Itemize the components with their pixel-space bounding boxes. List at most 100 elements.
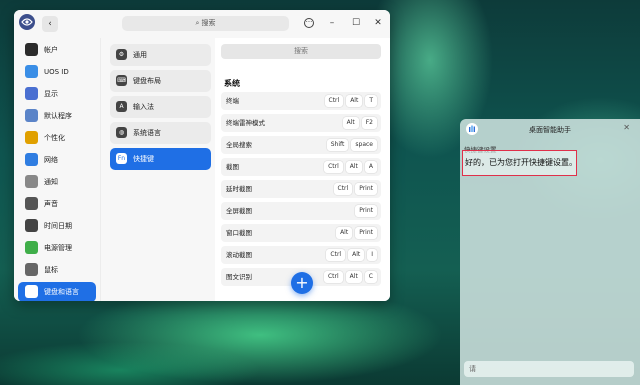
key-cap: Ctrl <box>333 183 353 195</box>
menu-icon[interactable]: ··· <box>304 18 314 28</box>
shortcut-keys: Ctrl Alt T <box>324 95 377 107</box>
submenu-item[interactable]: ◍ 系统语言 <box>110 122 211 144</box>
personalization-icon <box>25 131 38 144</box>
sidebar-item[interactable]: 显示 <box>18 84 96 104</box>
key-cap: Print <box>355 227 377 239</box>
desktop-assistant-panel: 桌面智能助手 ✕ 快捷键设置 好的，已为您打开快捷键设置。 请 <box>460 119 640 385</box>
sidebar-item[interactable]: 电源管理 <box>18 238 96 258</box>
section-title: 系统 <box>224 79 240 88</box>
shortcut-row[interactable]: 滚动截图 Ctrl Alt I <box>221 246 381 264</box>
sidebar-item[interactable]: 帐户 <box>18 40 96 60</box>
key-cap: Alt <box>348 249 365 261</box>
shortcut-search-input[interactable]: 搜索 <box>221 44 381 59</box>
sidebar-item[interactable]: UOS ID <box>18 62 96 82</box>
key-cap: C <box>364 271 377 283</box>
keyboard-icon <box>25 285 38 298</box>
shortcut-content: 搜索 系统 终端 Ctrl Alt T 终端雷神模式 Alt F2 全局搜索 Shift spac… <box>215 38 390 301</box>
sidebar-item-label: 显示 <box>44 90 58 98</box>
submenu-item[interactable]: ⚙ 通用 <box>110 44 211 66</box>
submenu-item[interactable]: A 输入法 <box>110 96 211 118</box>
key-cap: Ctrl <box>324 161 343 173</box>
submenu-item[interactable]: ⌨ 键盘布局 <box>110 70 211 92</box>
display-icon <box>25 87 38 100</box>
key-cap: F2 <box>361 117 377 129</box>
shortcut-keys: Alt F2 <box>342 117 377 129</box>
key-cap: Ctrl <box>326 249 346 261</box>
minimize-button[interactable]: – <box>326 17 338 29</box>
sidebar-item[interactable]: 通知 <box>18 172 96 192</box>
power-icon <box>25 241 38 254</box>
key-cap: Alt <box>345 161 362 173</box>
shortcut-row[interactable]: 终端雷神模式 Alt F2 <box>221 114 381 132</box>
sidebar-item[interactable]: 默认程序 <box>18 106 96 126</box>
sound-icon <box>25 197 38 210</box>
window-search-label: 搜索 <box>201 19 216 27</box>
account-icon <box>25 43 38 56</box>
assistant-input[interactable]: 请 <box>464 361 634 377</box>
shortcut-row[interactable]: 截图 Ctrl Alt A <box>221 158 381 176</box>
shortcut-name: 图文识别 <box>226 273 252 281</box>
close-button[interactable]: ✕ <box>372 17 384 29</box>
title-bar: ‹ ⌕ 搜索 ··· – ☐ ✕ <box>14 10 390 38</box>
window-search-input[interactable]: ⌕ 搜索 <box>122 16 289 31</box>
key-cap: I <box>367 249 377 261</box>
notification-icon <box>25 175 38 188</box>
add-shortcut-button[interactable]: + <box>291 272 313 294</box>
submenu-item-label: 键盘布局 <box>133 77 161 85</box>
sidebar: 帐户 UOS ID 显示默认程序个性化网络 通知声音时间日期 电源管理鼠标键盘和语言 <box>14 38 100 301</box>
sidebar-item[interactable]: 声音 <box>18 194 96 214</box>
assistant-response: 好的，已为您打开快捷键设置。 <box>462 150 577 176</box>
shortcut-row[interactable]: 终端 Ctrl Alt T <box>221 92 381 110</box>
key-cap: Alt <box>336 227 353 239</box>
sidebar-item[interactable]: 个性化 <box>18 128 96 148</box>
submenu-item-label: 系统语言 <box>133 129 161 137</box>
deepin-logo-icon[interactable] <box>19 14 35 30</box>
sidebar-item-label: 帐户 <box>44 46 58 54</box>
sidebar-item-label: 鼠标 <box>44 266 58 274</box>
shortcut-keys: Print <box>355 205 377 217</box>
submenu-item-label: 快捷键 <box>133 155 154 163</box>
input-method-icon: A <box>116 101 127 112</box>
shortcut-row[interactable]: 全屏截图 Print <box>221 202 381 220</box>
sidebar-item-label: 个性化 <box>44 134 65 142</box>
sidebar-item[interactable]: 鼠标 <box>18 260 96 280</box>
shortcut-name: 截图 <box>226 163 239 171</box>
shortcut-keys: Alt Print <box>336 227 377 239</box>
submenu-item[interactable]: Fn 快捷键 <box>110 148 211 170</box>
shortcut-row[interactable]: 全局搜索 Shift space <box>221 136 381 154</box>
default-apps-icon <box>25 109 38 122</box>
globe-icon: ◍ <box>116 127 127 138</box>
key-cap: Print <box>355 205 377 217</box>
shortcut-keys: Ctrl Alt A <box>324 161 377 173</box>
sidebar-item[interactable]: 时间日期 <box>18 216 96 236</box>
shortcut-name: 全屏截图 <box>226 207 252 215</box>
back-button[interactable]: ‹ <box>42 16 58 32</box>
keyboard-layout-icon: ⌨ <box>116 75 127 86</box>
sidebar-item-label: 键盘和语言 <box>44 288 79 296</box>
fn-key-icon: Fn <box>116 153 127 164</box>
shortcut-name: 滚动截图 <box>226 251 252 259</box>
shortcut-name: 终端 <box>226 97 239 105</box>
cloud-icon <box>25 65 38 78</box>
key-cap: Ctrl <box>323 271 343 283</box>
clock-icon <box>25 219 38 232</box>
key-cap: Alt <box>346 95 363 107</box>
sidebar-item[interactable]: 网络 <box>18 150 96 170</box>
network-icon <box>25 153 38 166</box>
sidebar-item[interactable]: 键盘和语言 <box>18 282 96 301</box>
shortcut-row[interactable]: 窗口截图 Alt Print <box>221 224 381 242</box>
shortcut-name: 终端雷神模式 <box>226 119 265 127</box>
sidebar-item-label: 默认程序 <box>44 112 72 120</box>
keyboard-submenu: ⚙ 通用 ⌨ 键盘布局 A 输入法 ◍ 系统语言 Fn 快捷键 <box>100 38 215 301</box>
shortcut-name: 全局搜索 <box>226 141 252 149</box>
maximize-button[interactable]: ☐ <box>350 17 362 29</box>
sidebar-item-label: UOS ID <box>44 68 69 76</box>
sidebar-item-label: 声音 <box>44 200 58 208</box>
key-cap: Ctrl <box>324 95 344 107</box>
key-cap: Alt <box>342 117 359 129</box>
close-icon[interactable]: ✕ <box>623 123 630 132</box>
submenu-item-label: 输入法 <box>133 103 154 111</box>
shortcut-row[interactable]: 延时截图 Ctrl Print <box>221 180 381 198</box>
shortcut-keys: Ctrl Alt C <box>323 271 377 283</box>
key-cap: Print <box>355 183 377 195</box>
